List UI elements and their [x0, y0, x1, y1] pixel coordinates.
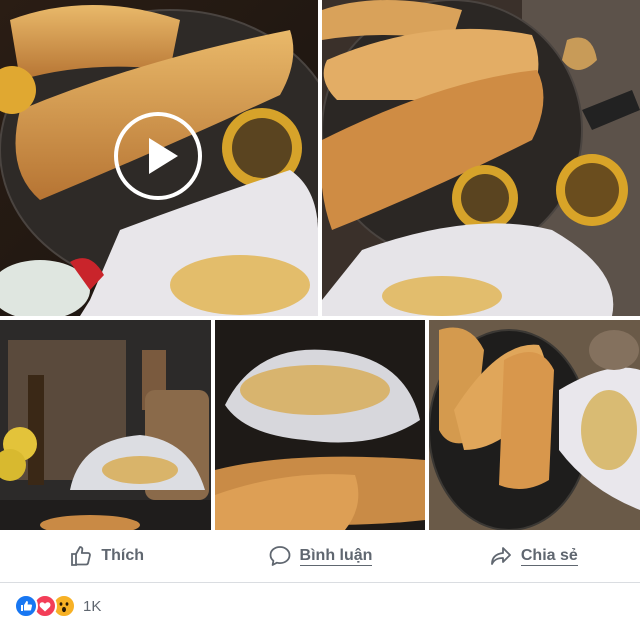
reaction-count: 1K: [83, 597, 102, 615]
thumbs-up-icon: [69, 544, 93, 568]
share-label: Chia sẻ: [520, 546, 578, 566]
reactions-summary[interactable]: 1K: [14, 594, 101, 618]
like-button[interactable]: Thích: [0, 530, 213, 582]
fish-on-rack-photo: [429, 320, 640, 530]
post-action-bar: Thích Bình luận Chia sẻ: [0, 530, 640, 583]
share-button[interactable]: Chia sẻ: [427, 530, 640, 582]
comment-button[interactable]: Bình luận: [213, 530, 426, 582]
fried-fish-photo: [322, 0, 640, 316]
comment-icon: [268, 544, 292, 568]
play-button[interactable]: [114, 112, 202, 200]
photo-thumbnail[interactable]: [0, 320, 211, 530]
play-icon: [149, 138, 178, 174]
video-thumbnail[interactable]: [0, 0, 318, 316]
photo-thumbnail[interactable]: [215, 320, 425, 530]
photo-thumbnail[interactable]: [429, 320, 640, 530]
photo-grid: [0, 0, 640, 530]
comment-label: Bình luận: [299, 546, 373, 566]
like-label: Thích: [101, 547, 144, 564]
share-arrow-icon: [489, 544, 513, 568]
chips-closeup-photo: [215, 320, 425, 530]
like-icon: [14, 594, 38, 618]
cutting-boards-photo: [0, 320, 211, 530]
photo-thumbnail[interactable]: [322, 0, 640, 316]
